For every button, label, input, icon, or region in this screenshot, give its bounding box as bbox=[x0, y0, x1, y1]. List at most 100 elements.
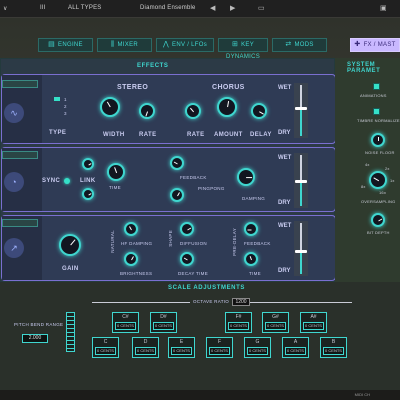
fx-slot-2-type-select[interactable] bbox=[2, 151, 38, 159]
cents-input[interactable]: 0 CENTS bbox=[135, 347, 156, 355]
type-option-3[interactable]: 3 bbox=[64, 111, 67, 116]
tab-env-lfos[interactable]: ⋀ ENV / LFOs bbox=[156, 38, 214, 52]
env-icon: ⋀ bbox=[162, 41, 170, 48]
oversampling-4x[interactable]: 4x bbox=[365, 162, 370, 167]
key-g[interactable]: G0 CENTS bbox=[244, 337, 271, 358]
wet-label-3: WET bbox=[278, 223, 292, 229]
cents-input[interactable]: 0 CENTS bbox=[115, 322, 136, 330]
width-knob[interactable] bbox=[100, 97, 120, 117]
time-left-knob[interactable] bbox=[82, 158, 94, 170]
key-a-sharp[interactable]: A# 0 CENTS bbox=[300, 312, 327, 333]
cents-input[interactable]: 0 CENTS bbox=[247, 347, 268, 355]
tab-fx-master[interactable]: ✚ FX / MAST bbox=[350, 38, 400, 52]
hf-damping-knob[interactable] bbox=[124, 222, 138, 236]
prev-preset-icon[interactable]: ◀ bbox=[210, 4, 215, 12]
key-c[interactable]: C0 CENTS bbox=[92, 337, 119, 358]
pitch-bend-slider[interactable] bbox=[66, 312, 75, 352]
chorus-label: CHORUS bbox=[212, 84, 245, 91]
fader-handle[interactable] bbox=[295, 250, 307, 253]
tab-mixer[interactable]: ⫼ MIXER bbox=[97, 38, 152, 52]
key-e[interactable]: E0 CENTS bbox=[168, 337, 195, 358]
fx-slot-3-type-select[interactable] bbox=[2, 219, 38, 227]
tab-engine[interactable]: ▤ ENGINE bbox=[38, 38, 93, 52]
cents-input[interactable]: 0 CENTS bbox=[323, 347, 344, 355]
time-right-knob[interactable] bbox=[82, 188, 94, 200]
feedback-knob[interactable] bbox=[170, 156, 184, 170]
delay-fx-icon: ◔ bbox=[4, 172, 24, 192]
octave-ratio-input[interactable]: 1200 bbox=[232, 298, 250, 306]
bit-depth-label: BIT DEPTH bbox=[367, 230, 390, 235]
mixer-icon: ⫼ bbox=[110, 41, 115, 48]
wet-dry-fader-1[interactable] bbox=[294, 83, 308, 138]
engine-icon: ▤ bbox=[48, 41, 56, 48]
key-b[interactable]: B0 CENTS bbox=[320, 337, 347, 358]
decay-time-label: DECAY TIME bbox=[178, 271, 209, 276]
menu-chevron-icon[interactable]: ∨ bbox=[3, 5, 8, 12]
key-f-sharp[interactable]: F# 0 CENTS bbox=[225, 312, 252, 333]
brightness-knob[interactable] bbox=[124, 252, 138, 266]
type-label: TYPE bbox=[49, 130, 67, 136]
wet-dry-fader-2[interactable] bbox=[294, 153, 308, 208]
predelay-label: PRE-DELAY bbox=[232, 228, 237, 256]
reverb-feedback-knob[interactable] bbox=[244, 222, 258, 236]
type-option-2[interactable]: 2 bbox=[64, 104, 67, 109]
dry-label-3: DRY bbox=[278, 268, 291, 274]
distortion-fx-icon: ↗ bbox=[4, 238, 24, 258]
key-f[interactable]: F0 CENTS bbox=[206, 337, 233, 358]
diffusion-knob[interactable] bbox=[180, 222, 194, 236]
version-label: III bbox=[40, 5, 46, 11]
bit-depth-knob[interactable] bbox=[371, 213, 385, 227]
cents-input[interactable]: 0 CENTS bbox=[303, 322, 324, 330]
fader-handle[interactable] bbox=[295, 107, 307, 110]
wet-dry-fader-3[interactable] bbox=[294, 221, 308, 276]
damping-knob[interactable] bbox=[237, 168, 255, 186]
noise-floor-knob[interactable] bbox=[371, 133, 385, 147]
key-g-sharp[interactable]: G# 0 CENTS bbox=[262, 312, 289, 333]
save-icon[interactable]: ▭ bbox=[258, 4, 265, 12]
animations-checkbox[interactable] bbox=[373, 83, 380, 90]
oversampling-2x[interactable]: 2x bbox=[385, 166, 390, 171]
sync-toggle[interactable] bbox=[64, 178, 70, 184]
cents-input[interactable]: 0 CENTS bbox=[228, 322, 249, 330]
cents-input[interactable]: 0 CENTS bbox=[209, 347, 230, 355]
chorus-delay-label: DELAY bbox=[250, 132, 272, 138]
cents-input[interactable]: 0 CENTS bbox=[153, 322, 174, 330]
cents-input[interactable]: 0 CENTS bbox=[95, 347, 116, 355]
reverb-time-knob[interactable] bbox=[244, 252, 258, 266]
type-option-1[interactable]: 1 bbox=[64, 97, 67, 102]
fx-slot-1-type-select[interactable] bbox=[2, 80, 38, 88]
pitch-bend-input[interactable]: 2.000 bbox=[22, 334, 48, 343]
preset-name[interactable]: Diamond Ensemble bbox=[140, 5, 196, 11]
reverb-time-label: TIME bbox=[249, 271, 261, 276]
oversampling-16x[interactable]: 16x bbox=[379, 190, 386, 195]
chorus-rate-knob[interactable] bbox=[185, 103, 201, 119]
tab-mods[interactable]: ⇄ MODS bbox=[272, 38, 327, 52]
pingpong-knob[interactable] bbox=[170, 188, 184, 202]
fader-handle[interactable] bbox=[295, 180, 307, 183]
key-c-sharp[interactable]: C# 0 CENTS bbox=[112, 312, 139, 333]
next-preset-icon[interactable]: ▶ bbox=[230, 4, 235, 12]
cents-input[interactable]: 0 CENTS bbox=[285, 347, 306, 355]
chorus-delay-knob[interactable] bbox=[251, 103, 267, 119]
key-a[interactable]: A0 CENTS bbox=[282, 337, 309, 358]
category-select[interactable]: ALL TYPES bbox=[68, 5, 102, 11]
oversampling-8x[interactable]: 8x bbox=[361, 184, 366, 189]
decay-time-knob[interactable] bbox=[180, 252, 194, 266]
window-icon[interactable]: ▣ bbox=[380, 4, 387, 12]
midi-channel-label: MIDI CH bbox=[354, 392, 370, 397]
cents-input[interactable]: 0 CENTS bbox=[171, 347, 192, 355]
timbre-normalize-checkbox[interactable] bbox=[373, 108, 380, 115]
stereo-rate-knob[interactable] bbox=[139, 103, 155, 119]
tab-key-dynamics[interactable]: ⊞ KEY DYNAMICS bbox=[218, 38, 268, 60]
pingpong-label: PINGPONG bbox=[198, 186, 225, 191]
key-d-sharp[interactable]: D# 0 CENTS bbox=[150, 312, 177, 333]
keys-icon: ⊞ bbox=[231, 41, 239, 48]
dry-label-1: DRY bbox=[278, 130, 291, 136]
gain-knob[interactable] bbox=[59, 234, 81, 256]
oversampling-1x[interactable]: 1x bbox=[390, 178, 395, 183]
key-d[interactable]: D0 CENTS bbox=[132, 337, 159, 358]
chorus-amount-knob[interactable] bbox=[217, 97, 237, 117]
delay-time-knob[interactable] bbox=[107, 163, 125, 181]
oversampling-knob[interactable] bbox=[369, 171, 387, 189]
cents-input[interactable]: 0 CENTS bbox=[265, 322, 286, 330]
